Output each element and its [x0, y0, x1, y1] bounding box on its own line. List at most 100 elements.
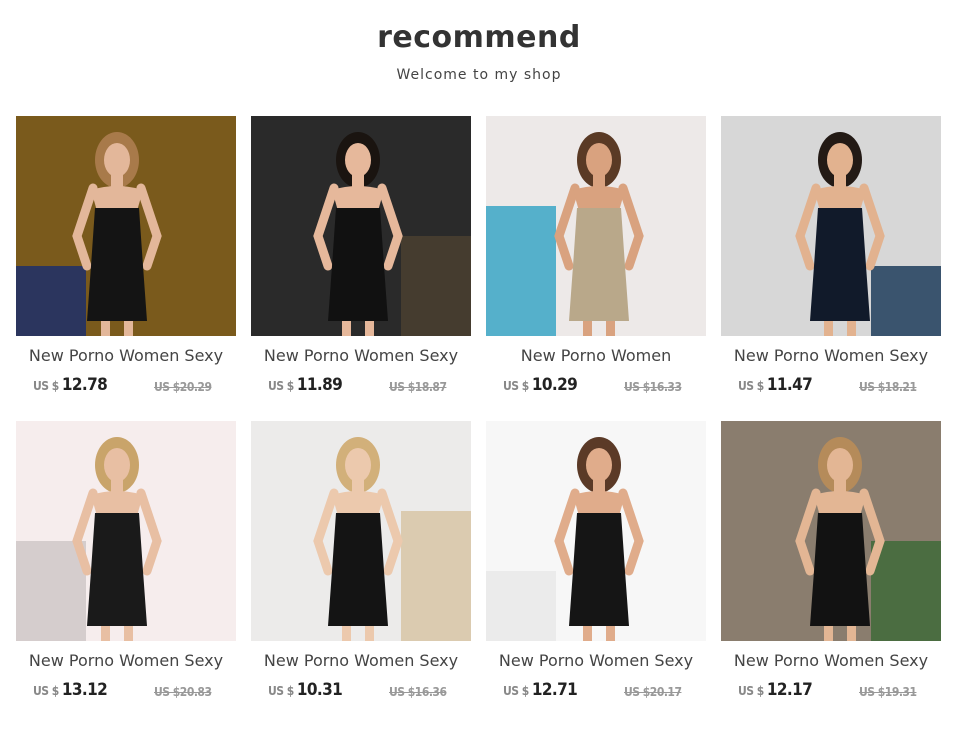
- model-leg: [824, 321, 833, 336]
- product-name[interactable]: New Porno Women Sexy: [721, 651, 941, 670]
- model-dress: [810, 208, 870, 321]
- product-card[interactable]: New Porno Women Sexy US $11.47 US $18.21: [721, 116, 941, 395]
- product-image: [486, 116, 706, 336]
- product-photo[interactable]: [721, 116, 941, 336]
- original-price: US $18.87: [389, 380, 447, 394]
- original-price: US $20.29: [154, 380, 212, 394]
- photo-backdrop: [486, 206, 556, 336]
- product-name[interactable]: New Porno Women Sexy: [16, 651, 236, 670]
- currency-label: US $: [503, 379, 529, 393]
- currency-label: US $: [33, 684, 59, 698]
- product-image: [721, 116, 941, 336]
- model-leg: [606, 321, 615, 336]
- product-image: [251, 116, 471, 336]
- product-price: US $10.31: [268, 680, 343, 700]
- model-face: [586, 143, 612, 177]
- model-leg: [342, 321, 351, 336]
- currency-label: US $: [33, 379, 59, 393]
- model-shoulders: [91, 491, 143, 516]
- product-card[interactable]: New Porno Women Sexy US $12.71 US $20.17: [486, 421, 706, 700]
- product-photo[interactable]: [721, 421, 941, 641]
- model-leg: [583, 626, 592, 641]
- model-shoulders: [814, 491, 866, 516]
- original-price: US $16.36: [389, 685, 447, 699]
- product-name[interactable]: New Porno Women: [486, 346, 706, 365]
- product-card[interactable]: New Porno Women Sexy US $12.78 US $20.29: [16, 116, 236, 395]
- model-dress: [569, 208, 629, 321]
- product-photo[interactable]: [251, 116, 471, 336]
- photo-backdrop: [16, 541, 86, 641]
- price-value: 11.47: [766, 375, 813, 395]
- product-price: US $12.78: [33, 375, 108, 395]
- product-photo[interactable]: [251, 421, 471, 641]
- original-price: US $19.31: [859, 685, 917, 699]
- product-grid: New Porno Women Sexy US $12.78 US $20.29…: [16, 116, 942, 700]
- model-leg: [824, 626, 833, 641]
- model-dress: [328, 513, 388, 626]
- product-name[interactable]: New Porno Women Sexy: [16, 346, 236, 365]
- model-leg: [365, 321, 374, 336]
- model-dress: [87, 513, 147, 626]
- model-leg: [847, 321, 856, 336]
- price-value: 12.78: [61, 375, 108, 395]
- model-leg: [583, 321, 592, 336]
- page-title: recommend: [377, 20, 581, 55]
- model-shoulders: [573, 491, 625, 516]
- product-price: US $11.89: [268, 375, 343, 395]
- product-photo[interactable]: [16, 421, 236, 641]
- price-value: 12.17: [766, 680, 813, 700]
- product-name[interactable]: New Porno Women Sexy: [486, 651, 706, 670]
- original-price: US $20.83: [154, 685, 212, 699]
- model-face: [586, 448, 612, 482]
- product-image: [16, 421, 236, 641]
- model-shoulders: [91, 186, 143, 211]
- product-price: US $11.47: [738, 375, 813, 395]
- product-image: [486, 421, 706, 641]
- page-subtitle: Welcome to my shop: [396, 67, 562, 83]
- model-shoulders: [814, 186, 866, 211]
- model-face: [827, 448, 853, 482]
- photo-backdrop: [871, 266, 941, 336]
- currency-label: US $: [268, 379, 294, 393]
- model-face: [345, 143, 371, 177]
- product-photo[interactable]: [16, 116, 236, 336]
- model-face: [104, 448, 130, 482]
- product-price: US $13.12: [33, 680, 108, 700]
- currency-label: US $: [503, 684, 529, 698]
- photo-backdrop: [486, 571, 556, 641]
- model-face: [104, 143, 130, 177]
- model-dress: [328, 208, 388, 321]
- model-leg: [365, 626, 374, 641]
- product-card[interactable]: New Porno Women Sexy US $11.89 US $18.87: [251, 116, 471, 395]
- product-name[interactable]: New Porno Women Sexy: [251, 651, 471, 670]
- model-leg: [847, 626, 856, 641]
- model-shoulders: [332, 186, 384, 211]
- product-photo[interactable]: [486, 116, 706, 336]
- price-value: 12.71: [531, 680, 578, 700]
- product-price: US $12.17: [738, 680, 813, 700]
- product-card[interactable]: New Porno Women Sexy US $10.31 US $16.36: [251, 421, 471, 700]
- product-card[interactable]: New Porno Women Sexy US $13.12 US $20.83: [16, 421, 236, 700]
- product-name[interactable]: New Porno Women Sexy: [721, 346, 941, 365]
- model-face: [345, 448, 371, 482]
- price-value: 10.31: [296, 680, 343, 700]
- photo-backdrop: [401, 511, 471, 641]
- product-price: US $10.29: [503, 375, 578, 395]
- photo-backdrop: [871, 541, 941, 641]
- model-leg: [101, 321, 110, 336]
- product-name[interactable]: New Porno Women Sexy: [251, 346, 471, 365]
- product-photo[interactable]: [486, 421, 706, 641]
- model-dress: [569, 513, 629, 626]
- product-image: [721, 421, 941, 641]
- model-leg: [606, 626, 615, 641]
- model-leg: [124, 626, 133, 641]
- photo-backdrop: [16, 266, 86, 336]
- model-shoulders: [332, 491, 384, 516]
- model-face: [827, 143, 853, 177]
- product-card[interactable]: New Porno Women US $10.29 US $16.33: [486, 116, 706, 395]
- price-value: 11.89: [296, 375, 343, 395]
- model-leg: [124, 321, 133, 336]
- price-value: 13.12: [61, 680, 108, 700]
- product-card[interactable]: New Porno Women Sexy US $12.17 US $19.31: [721, 421, 941, 700]
- currency-label: US $: [268, 684, 294, 698]
